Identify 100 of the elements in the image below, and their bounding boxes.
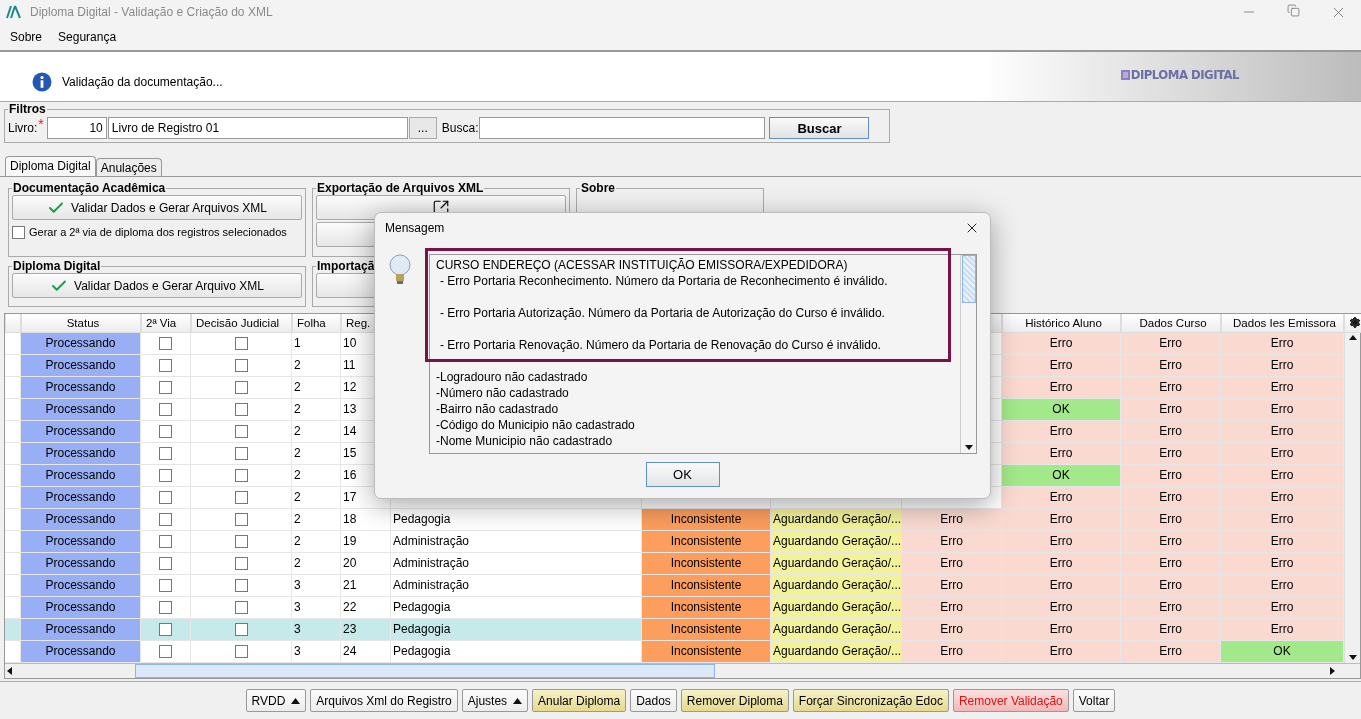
column-header[interactable]: 2ª Via xyxy=(141,314,191,333)
table-cell: Pedagogia xyxy=(391,618,642,641)
result-cell: Erro xyxy=(902,508,1002,531)
column-header[interactable]: Histórico Aluno xyxy=(1002,314,1121,333)
message-line: -Código do Municipio não cadastrado xyxy=(436,417,636,433)
result-cell: Erro xyxy=(1221,596,1344,619)
message-line: CURSO ENDEREÇO (ACESSAR INSTITUIÇÃO EMISSORA/EXPEDIDORA) xyxy=(436,257,849,273)
action-button[interactable]: RVDD xyxy=(245,689,307,712)
column-header[interactable]: Dados Curso xyxy=(1121,314,1221,333)
action-button[interactable]: Dados xyxy=(630,689,677,712)
table-cell: 2 xyxy=(292,442,341,465)
tab[interactable]: Diploma Digital xyxy=(5,156,96,176)
result-cell: Erro xyxy=(1221,354,1344,377)
result-cell: Erro xyxy=(1221,442,1344,465)
result-cell: Erro xyxy=(1121,332,1221,355)
result-cell: Erro xyxy=(1002,332,1121,355)
status-cell: Processando xyxy=(21,420,141,443)
table-row[interactable]: Processando 3 21 Administração Inconsistente Aguardando Geração/... Erro Erro Erro Erro xyxy=(5,574,1344,597)
ok-button[interactable]: OK xyxy=(645,462,720,487)
column-header[interactable]: Dados Ies Emissora xyxy=(1221,314,1344,333)
result-cell: Erro xyxy=(1002,574,1121,597)
message-line: - Erro Portaria Renovação. Número da Portaria de Renovação do Curso é inválido. xyxy=(439,337,882,353)
table-cell: 1 xyxy=(292,332,341,355)
group-title: Importaçã xyxy=(316,259,376,273)
menu-item[interactable]: Sobre xyxy=(10,30,43,44)
status-cell: Inconsistente xyxy=(642,530,771,553)
message-line: - Erro Portaria Autorização. Número da Portaria de Autorização do Curso é inválido. xyxy=(439,305,886,321)
table-cell: 3 xyxy=(292,574,341,597)
table-cell: Pedagogia xyxy=(391,508,642,531)
table-cell: 2 xyxy=(292,530,341,553)
action-button[interactable]: Anular Diploma xyxy=(532,689,627,712)
table-row[interactable]: Processando 3 23 Pedagogia Inconsistente Aguardando Geração/... Erro Erro Erro Erro xyxy=(5,618,1344,641)
result-cell: Erro xyxy=(1121,596,1221,619)
validate-button[interactable]: Validar Dados e Gerar Arquivos XML xyxy=(12,195,302,220)
table-cell: 3 xyxy=(292,596,341,619)
result-cell: Erro xyxy=(1121,508,1221,531)
table-row[interactable]: Processando 3 24 Pedagogia Inconsistente Aguardando Geração/... Erro Erro Erro OK xyxy=(5,640,1344,663)
action-button[interactable]: Voltar xyxy=(1072,689,1116,712)
group-title: Sobre xyxy=(580,181,616,195)
result-cell: Erro xyxy=(1002,508,1121,531)
table-cell: Pedagogia xyxy=(391,640,642,663)
status-cell: Processando xyxy=(21,530,141,553)
result-cell: Erro xyxy=(1002,530,1121,553)
action-button[interactable]: Forçar Sincronização Edoc xyxy=(792,689,949,712)
status-cell: Inconsistente xyxy=(642,640,771,663)
field-label: Busca: xyxy=(441,121,479,135)
table-cell: 2 xyxy=(292,354,341,377)
table-cell: 3 xyxy=(292,640,341,663)
book-code-field[interactable]: 10 xyxy=(46,117,107,139)
table-cell: 2 xyxy=(292,376,341,399)
table-row[interactable]: Processando 2 18 Pedagogia Inconsistente Aguardando Geração/... Erro Erro Erro Erro xyxy=(5,508,1344,531)
tab[interactable]: Anulações xyxy=(95,158,162,176)
action-button[interactable]: Remover Diploma xyxy=(680,689,789,712)
result-cell: Erro xyxy=(1221,618,1344,641)
table-cell: Pedagogia xyxy=(391,596,642,619)
result-cell: Erro xyxy=(1121,464,1221,487)
result-cell: Erro xyxy=(1002,486,1121,509)
result-cell: OK xyxy=(1002,398,1121,421)
browse-button[interactable]: ... xyxy=(408,117,437,139)
status-cell: Processando xyxy=(21,574,141,597)
table-row[interactable]: Processando 2 20 Administração Inconsistente Aguardando Geração/... Erro Erro Erro Erro xyxy=(5,552,1344,575)
result-cell: Erro xyxy=(1121,640,1221,663)
action-button[interactable]: Arquivos Xml do Registro xyxy=(310,689,458,712)
book-name-field[interactable]: Livro de Registro 01 xyxy=(107,117,408,139)
message-line: -Nome Municipio não cadastrado xyxy=(436,433,614,449)
table-cell: 20 xyxy=(341,552,391,575)
status-cell: Aguardando Geração/... xyxy=(771,574,902,597)
status-cell: Inconsistente xyxy=(642,618,771,641)
table-row[interactable]: Processando 3 22 Pedagogia Inconsistente Aguardando Geração/... Erro Erro Erro Erro xyxy=(5,596,1344,619)
result-cell: OK xyxy=(1002,464,1121,487)
table-cell: 24 xyxy=(341,640,391,663)
status-cell: Processando xyxy=(21,398,141,421)
table-row[interactable]: Processando 2 19 Administração Inconsistente Aguardando Geração/... Erro Erro Erro Erro xyxy=(5,530,1344,553)
logo-text: DIPLOMA DIGITAL xyxy=(1130,67,1239,82)
search-button[interactable]: Buscar xyxy=(769,117,870,139)
result-cell: Erro xyxy=(1121,552,1221,575)
table-cell: 22 xyxy=(341,596,391,619)
result-cell: Erro xyxy=(1121,574,1221,597)
validate-button[interactable]: Validar Dados e Gerar Arquivo XML xyxy=(12,273,302,298)
result-cell: Erro xyxy=(1002,420,1121,443)
result-cell: Erro xyxy=(902,640,1002,663)
column-header[interactable]: Status xyxy=(21,314,141,333)
result-cell: Erro xyxy=(1221,420,1344,443)
result-cell: Erro xyxy=(1002,552,1121,575)
result-cell: Erro xyxy=(1121,442,1221,465)
result-cell: Erro xyxy=(1002,442,1121,465)
result-cell: Erro xyxy=(1121,398,1221,421)
table-cell: Administração xyxy=(391,530,642,553)
result-cell: Erro xyxy=(1121,530,1221,553)
column-header[interactable]: Decisão Judicial xyxy=(191,314,292,333)
menu-item[interactable]: Segurança xyxy=(58,30,117,44)
result-cell: Erro xyxy=(1221,464,1344,487)
result-cell: Erro xyxy=(1221,486,1344,509)
column-header[interactable]: Folha xyxy=(292,314,341,333)
result-cell: Erro xyxy=(902,574,1002,597)
status-cell: Processando xyxy=(21,618,141,641)
action-button[interactable]: Ajustes xyxy=(461,689,529,712)
field-label: Livro: xyxy=(8,121,38,135)
table-cell: 2 xyxy=(292,508,341,531)
message-line: -Logradouro não cadastrado xyxy=(436,369,589,385)
